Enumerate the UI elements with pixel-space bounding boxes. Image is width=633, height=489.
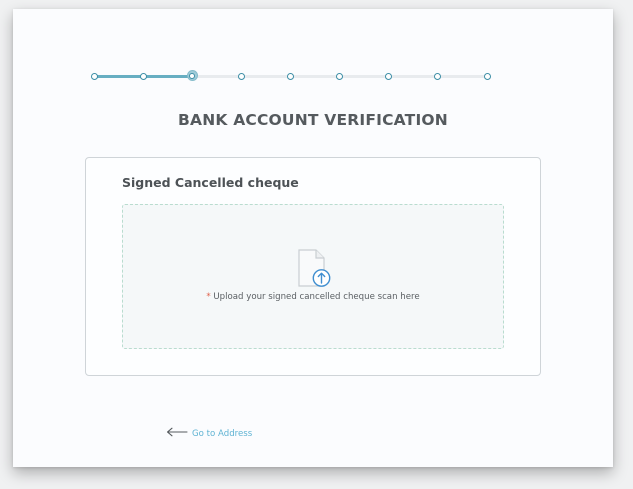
- step-3-dot[interactable]: [186, 70, 198, 81]
- step-2-dot[interactable]: [139, 73, 147, 80]
- form-card: BANK ACCOUNT VERIFICATION Signed Cancell…: [13, 9, 613, 467]
- file-upload-icon: [298, 249, 331, 287]
- upload-instruction: * Upload your signed cancelled cheque sc…: [123, 292, 503, 302]
- step-1-dot[interactable]: [90, 73, 98, 80]
- step-9-dot[interactable]: [483, 73, 491, 80]
- cheque-upload-dropzone[interactable]: * Upload your signed cancelled cheque sc…: [122, 204, 504, 349]
- progress-stepper: [90, 70, 491, 81]
- step-8-dot[interactable]: [434, 73, 442, 80]
- go-to-address-link[interactable]: Go to Address: [166, 424, 252, 440]
- step-7-dot[interactable]: [385, 73, 393, 80]
- section-label: Signed Cancelled cheque: [122, 175, 299, 190]
- back-link-label: Go to Address: [192, 428, 253, 439]
- step-4-dot[interactable]: [237, 73, 245, 80]
- upload-instruction-text: Upload your signed cancelled cheque scan…: [210, 292, 420, 302]
- step-6-dot[interactable]: [336, 73, 344, 80]
- upload-panel: Signed Cancelled cheque * Upload your si…: [85, 157, 541, 376]
- step-5-dot[interactable]: [287, 73, 294, 80]
- left-arrow-icon: [166, 427, 188, 437]
- page-title: BANK ACCOUNT VERIFICATION: [178, 111, 448, 129]
